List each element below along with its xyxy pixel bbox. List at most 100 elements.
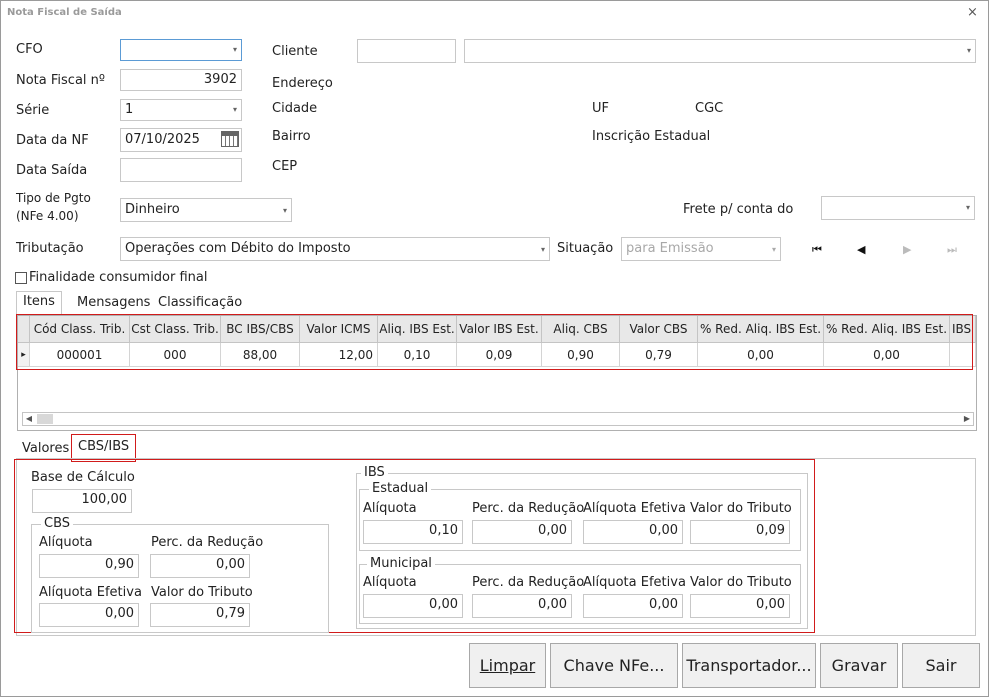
cbs-perc-reducao-input[interactable]: 0,00	[150, 554, 250, 578]
ibs-est-perc-reducao-input[interactable]: 0,00	[472, 520, 572, 544]
inscricao-label: Inscrição Estadual	[592, 129, 711, 144]
col-header[interactable]: Cód Class. Trib.	[30, 316, 130, 343]
situacao-select[interactable]: para Emissão ▾	[621, 237, 781, 261]
cliente-code-input[interactable]	[357, 39, 456, 63]
chevron-down-icon: ▾	[966, 46, 971, 55]
table-cell[interactable]: 000	[130, 343, 221, 367]
col-header[interactable]: Valor CBS	[620, 316, 698, 343]
ibs-mun-aliquota-efetiva-input[interactable]: 0,00	[583, 594, 683, 618]
table-cell[interactable]: 0,00	[698, 343, 824, 367]
cfo-label: CFO	[16, 42, 43, 57]
cbs-aliquota-input[interactable]: 0,90	[39, 554, 139, 578]
next-record-icon[interactable]: ▶	[903, 243, 911, 256]
calendar-icon[interactable]	[221, 131, 239, 147]
ibs-est-valor-tributo-input[interactable]: 0,09	[690, 520, 790, 544]
bairro-label: Bairro	[272, 129, 311, 144]
close-icon[interactable]: ×	[967, 5, 978, 20]
data-nf-label: Data da NF	[16, 133, 89, 148]
scroll-right-icon[interactable]: ▶	[961, 413, 973, 425]
ibs-mun-valor-tributo-label: Valor do Tributo	[690, 575, 792, 590]
chave-nfe-button[interactable]: Chave NFe...	[550, 643, 678, 688]
cbs-valor-tributo-input[interactable]: 0,79	[150, 603, 250, 627]
sair-button[interactable]: Sair	[902, 643, 980, 688]
tab-mensagens[interactable]: Mensagens	[71, 293, 156, 312]
base-calculo-label: Base de Cálculo	[31, 470, 135, 485]
cgc-label: CGC	[695, 101, 724, 116]
col-header[interactable]: Aliq. IBS Est.	[378, 316, 457, 343]
ibs-est-aliquota-label: Alíquota	[363, 501, 417, 516]
col-header[interactable]: Aliq. CBS	[542, 316, 620, 343]
base-calculo-input[interactable]: 100,00	[32, 489, 132, 513]
cbs-aliquota-efetiva-input[interactable]: 0,00	[39, 603, 139, 627]
table-cell[interactable]: 0,10	[378, 343, 457, 367]
cep-label: CEP	[272, 159, 298, 174]
tributacao-select[interactable]: Operações com Débito do Imposto ▾	[120, 237, 550, 261]
table-cell[interactable]: 88,00	[221, 343, 300, 367]
tipo-pgto-select[interactable]: Dinheiro ▾	[120, 198, 292, 222]
last-record-icon[interactable]: ⏭	[947, 243, 957, 257]
data-nf-input[interactable]: 07/10/2025	[120, 128, 242, 152]
nota-fiscal-input[interactable]: 3902	[120, 69, 242, 91]
col-header[interactable]: Valor IBS Est.	[457, 316, 542, 343]
table-cell[interactable]: 0,79	[620, 343, 698, 367]
cbs-aliquota-efetiva-label: Alíquota Efetiva	[39, 585, 142, 600]
ibs-mun-perc-reducao-input[interactable]: 0,00	[472, 594, 572, 618]
tab-itens[interactable]: Itens	[16, 291, 62, 318]
ibs-mun-aliquota-input[interactable]: 0,00	[363, 594, 463, 618]
gravar-button[interactable]: Gravar	[820, 643, 898, 688]
ibs-mun-aliquota-label: Alíquota	[363, 575, 417, 590]
prev-record-icon[interactable]: ◀	[857, 243, 865, 256]
chevron-down-icon: ▾	[771, 245, 776, 254]
table-cell[interactable]: 0,09	[457, 343, 542, 367]
col-header[interactable]: % Red. Aliq. IBS Est.	[698, 316, 824, 343]
consumidor-final-checkbox[interactable]	[15, 272, 27, 284]
cliente-label: Cliente	[272, 44, 318, 59]
data-saida-label: Data Saída	[16, 163, 88, 178]
first-record-icon[interactable]: ⏮	[812, 243, 822, 257]
table-cell[interactable]: 0,00	[824, 343, 950, 367]
chevron-down-icon: ▾	[540, 245, 545, 254]
data-saida-input[interactable]	[120, 158, 242, 182]
serie-select[interactable]: 1 ▾	[120, 99, 242, 121]
ibs-group-title: IBS	[361, 465, 388, 480]
nota-fiscal-label: Nota Fiscal nº	[16, 73, 106, 88]
transportador-button[interactable]: Transportador...	[682, 643, 816, 688]
cbs-group-title: CBS	[41, 516, 74, 531]
ibs-est-aliquota-input[interactable]: 0,10	[363, 520, 463, 544]
frete-select[interactable]: ▾	[821, 196, 975, 220]
ibs-est-valor-tributo-label: Valor do Tributo	[690, 501, 792, 516]
table-cell[interactable]: 000001	[30, 343, 130, 367]
tab-valores[interactable]: Valores	[16, 439, 75, 458]
situacao-label: Situação	[557, 241, 614, 256]
col-header[interactable]: Cst Class. Trib.	[130, 316, 221, 343]
limpar-button[interactable]: Limpar	[469, 643, 546, 688]
scroll-left-icon[interactable]: ◀	[23, 413, 35, 425]
col-header[interactable]: BC IBS/CBS	[221, 316, 300, 343]
table-cell[interactable]: 12,00	[300, 343, 378, 367]
cliente-name-select[interactable]: ▾	[464, 39, 976, 63]
items-grid[interactable]: Cód Class. Trib. Cst Class. Trib. BC IBS…	[17, 315, 977, 431]
cfo-select[interactable]: ▾	[120, 39, 242, 61]
row-indicator-icon: ▸	[18, 343, 30, 367]
table-cell[interactable]	[950, 343, 976, 367]
window-title: Nota Fiscal de Saída	[7, 7, 122, 18]
chevron-down-icon: ▾	[965, 203, 970, 212]
ibs-est-perc-reducao-label: Perc. da Redução	[472, 501, 585, 516]
ibs-mun-valor-tributo-input[interactable]: 0,00	[690, 594, 790, 618]
horizontal-scrollbar[interactable]: ◀ ▶	[22, 412, 974, 426]
consumidor-final-label: Finalidade consumidor final	[29, 270, 208, 285]
table-cell[interactable]: 0,90	[542, 343, 620, 367]
scroll-thumb[interactable]	[37, 414, 53, 424]
row-header-corner	[18, 316, 30, 343]
chevron-down-icon: ▾	[232, 45, 237, 54]
cidade-label: Cidade	[272, 101, 318, 116]
tipo-pgto-sublabel: (NFe 4.00)	[16, 209, 79, 223]
ibs-mun-aliquota-efetiva-label: Alíquota Efetiva	[583, 575, 686, 590]
cbs-valor-tributo-label: Valor do Tributo	[151, 585, 253, 600]
tab-classificacao[interactable]: Classificação	[152, 293, 248, 312]
tributacao-label: Tributação	[16, 241, 84, 256]
col-header[interactable]: Valor ICMS	[300, 316, 378, 343]
col-header[interactable]: IBS	[950, 316, 976, 343]
col-header[interactable]: % Red. Aliq. IBS Est.	[824, 316, 950, 343]
ibs-est-aliquota-efetiva-input[interactable]: 0,00	[583, 520, 683, 544]
